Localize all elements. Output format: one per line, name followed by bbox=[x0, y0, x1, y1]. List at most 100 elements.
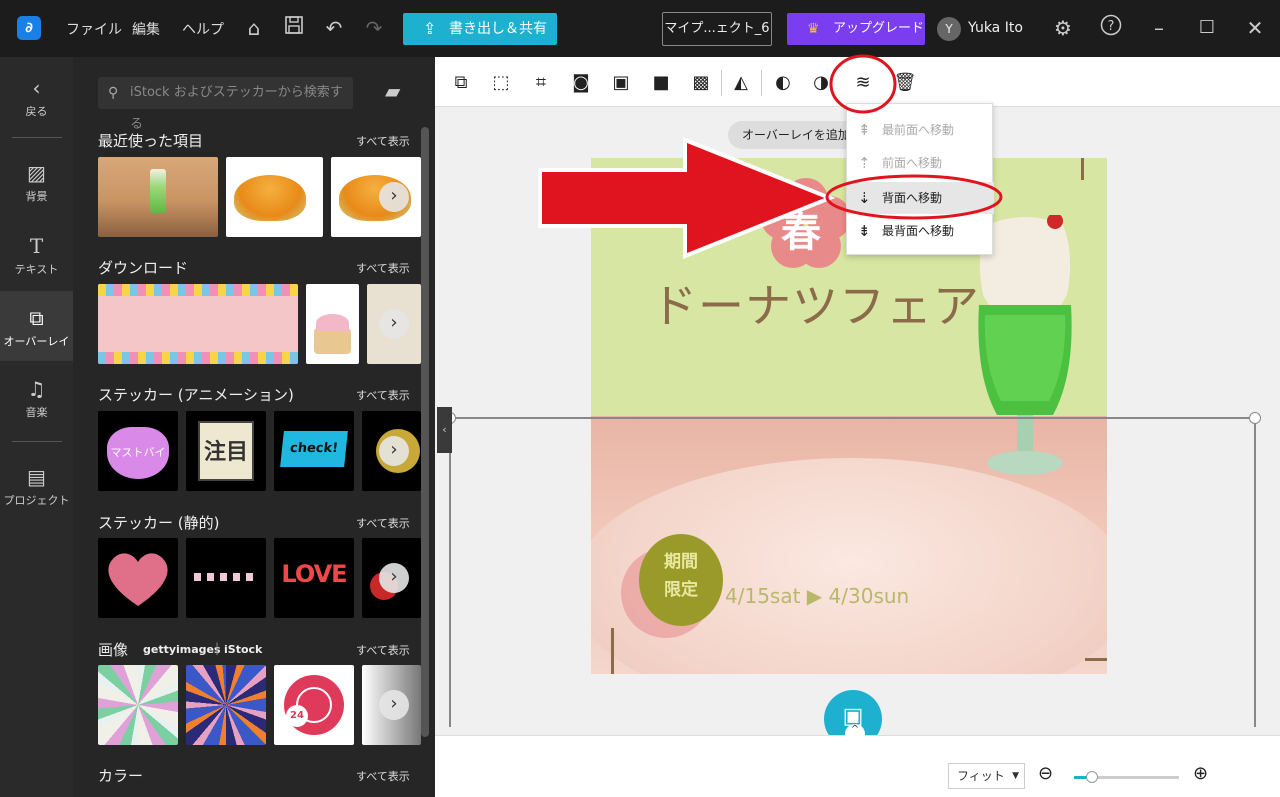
poster-dates: 4/15sat ▶ 4/30sun bbox=[725, 584, 910, 608]
bottom-bar: ^ フィット ▼ ⊖ ⊕ bbox=[435, 724, 1280, 797]
sticker-chui[interactable]: 注目 bbox=[186, 411, 266, 491]
see-all-images[interactable]: すべて表示 bbox=[356, 642, 410, 658]
minimize-icon[interactable]: – bbox=[1145, 14, 1173, 42]
see-all-sticker-anim[interactable]: すべて表示 bbox=[356, 387, 410, 403]
menu-item-bring-forward[interactable]: ⇡ 前面へ移動 bbox=[847, 147, 994, 179]
section-title-color: カラー bbox=[98, 767, 144, 785]
search-placeholder: iStock およびステッカーから検索する bbox=[130, 85, 343, 132]
sticker-check-text: check! bbox=[280, 431, 348, 467]
poster-spring-char: 春 bbox=[781, 210, 821, 256]
rail-back[interactable]: ‹ 戻る bbox=[0, 75, 73, 119]
select-area-icon[interactable]: ⬚ bbox=[488, 70, 514, 96]
replace-icon[interactable]: ⧉ bbox=[448, 70, 474, 96]
see-all-recent[interactable]: すべて表示 bbox=[356, 133, 410, 149]
zoom-out-icon[interactable]: ⊖ bbox=[1038, 763, 1053, 784]
zoom-in-icon[interactable]: ⊕ bbox=[1193, 763, 1208, 784]
section-title-sticker-static: ステッカー (静的) bbox=[98, 514, 220, 532]
flip-icon[interactable]: ◭ bbox=[728, 70, 754, 96]
rail-music-label: 音楽 bbox=[25, 406, 48, 419]
brand-divider: | bbox=[215, 641, 220, 655]
divider bbox=[721, 70, 722, 96]
chevron-up-icon[interactable]: ^ bbox=[845, 724, 865, 738]
thumbnail[interactable] bbox=[98, 157, 218, 237]
menu-item-bring-to-front[interactable]: ⇞ 最前面へ移動 bbox=[847, 114, 994, 146]
music-note-icon: ♫ bbox=[27, 377, 46, 401]
chevron-right-icon[interactable]: › bbox=[379, 563, 409, 593]
user-name[interactable]: Yuka Ito bbox=[968, 20, 1023, 36]
chevron-left-icon: ‹ bbox=[32, 76, 41, 100]
avatar[interactable]: Y bbox=[937, 17, 961, 41]
collapse-panel-tab[interactable]: ‹ bbox=[437, 407, 452, 453]
project-name-button[interactable]: マイプ...ェクト_6 bbox=[662, 12, 772, 46]
opacity-icon[interactable]: ◑ bbox=[808, 70, 834, 96]
mask-icon[interactable]: ◙ bbox=[568, 70, 594, 96]
cream-soda-overlay[interactable] bbox=[965, 215, 1085, 495]
see-all-color[interactable]: すべて表示 bbox=[356, 768, 410, 784]
gear-icon[interactable]: ⚙ bbox=[1049, 14, 1077, 42]
transparency-icon[interactable]: ▩ bbox=[688, 70, 714, 96]
menu-file[interactable]: ファイル bbox=[66, 19, 122, 39]
blend-icon[interactable]: ◐ bbox=[770, 70, 796, 96]
zoom-fit-select[interactable]: フィット ▼ bbox=[948, 763, 1025, 789]
shadow-icon[interactable]: ■ bbox=[648, 70, 674, 96]
layers-arrange-icon[interactable]: ≋ bbox=[850, 70, 876, 96]
maximize-icon[interactable]: ☐ bbox=[1193, 14, 1221, 42]
export-share-button[interactable]: ⇪ 書き出し＆共有 bbox=[403, 13, 557, 45]
section-title-download: ダウンロード bbox=[98, 259, 189, 277]
rail-overlay-label: オーバーレイ bbox=[3, 335, 70, 348]
see-all-sticker-static[interactable]: すべて表示 bbox=[356, 515, 410, 531]
menu-help[interactable]: ヘルプ bbox=[182, 19, 224, 39]
sticker-heart[interactable]: マストバイ bbox=[98, 411, 178, 491]
selection-frame-left bbox=[449, 417, 451, 727]
redo-icon[interactable]: ↷ bbox=[360, 14, 388, 42]
zoom-slider-knob[interactable] bbox=[1085, 771, 1098, 783]
resize-handle[interactable] bbox=[1249, 412, 1261, 424]
border-icon[interactable]: ▣ bbox=[608, 70, 634, 96]
thumbnail[interactable] bbox=[226, 157, 323, 237]
panel-scrollbar[interactable] bbox=[421, 127, 429, 737]
export-share-label: 書き出し＆共有 bbox=[449, 21, 547, 37]
thumbnail[interactable] bbox=[306, 284, 359, 364]
menu-item-send-backward[interactable]: ⇣ 背面へ移動 bbox=[847, 182, 994, 214]
badge-line1: 期間 bbox=[664, 552, 698, 572]
chevron-right-icon[interactable]: › bbox=[379, 690, 409, 720]
menu-item-label: 背面へ移動 bbox=[882, 191, 943, 205]
zoom-slider[interactable] bbox=[1074, 771, 1179, 783]
see-all-download[interactable]: すべて表示 bbox=[356, 260, 410, 276]
rail-project[interactable]: ▤ プロジェクト bbox=[0, 464, 73, 508]
save-icon[interactable] bbox=[280, 14, 308, 42]
overlay-panel: ⚲ iStock およびステッカーから検索する ▰ 最近使った項目 すべて表示 … bbox=[73, 57, 435, 797]
menu-item-send-to-back[interactable]: ⇟ 最背面へ移動 bbox=[847, 215, 994, 247]
crop-icon[interactable]: ⌗ bbox=[528, 70, 554, 96]
undo-icon[interactable]: ↶ bbox=[320, 14, 348, 42]
sticker-love[interactable]: LOVE bbox=[274, 538, 354, 618]
close-icon[interactable]: ✕ bbox=[1241, 14, 1269, 42]
rail-overlay[interactable]: ⧉ オーバーレイ bbox=[0, 291, 73, 361]
chevron-right-icon[interactable]: › bbox=[379, 182, 409, 212]
menu-edit[interactable]: 編集 bbox=[132, 19, 160, 39]
rail-music[interactable]: ♫ 音楽 bbox=[0, 376, 73, 420]
thumbnail-pattern[interactable] bbox=[186, 665, 266, 745]
sticker-glitter-heart[interactable] bbox=[98, 538, 178, 618]
thumbnail[interactable] bbox=[98, 284, 298, 364]
chevron-right-icon[interactable]: › bbox=[379, 309, 409, 339]
trash-icon[interactable]: 🗑 bbox=[892, 70, 918, 96]
sticker-dots[interactable] bbox=[186, 538, 266, 618]
help-icon[interactable]: ? bbox=[1097, 14, 1125, 42]
gettyimages-logo: gettyimages bbox=[143, 643, 221, 656]
chevron-right-icon[interactable]: › bbox=[379, 436, 409, 466]
sticker-check[interactable]: check! bbox=[274, 411, 354, 491]
folder-icon[interactable]: ▰ bbox=[385, 79, 400, 103]
divider bbox=[761, 70, 762, 96]
app-logo-icon: ∂ bbox=[17, 16, 41, 40]
home-icon[interactable]: ⌂ bbox=[240, 14, 268, 42]
upgrade-button[interactable]: ♛ アップグレード bbox=[787, 13, 925, 45]
rail-background[interactable]: ▨ 背景 bbox=[0, 160, 73, 204]
send-to-back-icon: ⇟ bbox=[858, 222, 871, 240]
rail-text-label: テキスト bbox=[14, 263, 59, 276]
rail-text[interactable]: T テキスト bbox=[0, 233, 73, 277]
thumbnail-pattern[interactable] bbox=[98, 665, 178, 745]
search-input[interactable]: ⚲ iStock およびステッカーから検索する bbox=[98, 77, 353, 132]
thumbnail-clock[interactable]: 24 bbox=[274, 665, 354, 745]
menu-item-label: 最前面へ移動 bbox=[882, 123, 955, 137]
